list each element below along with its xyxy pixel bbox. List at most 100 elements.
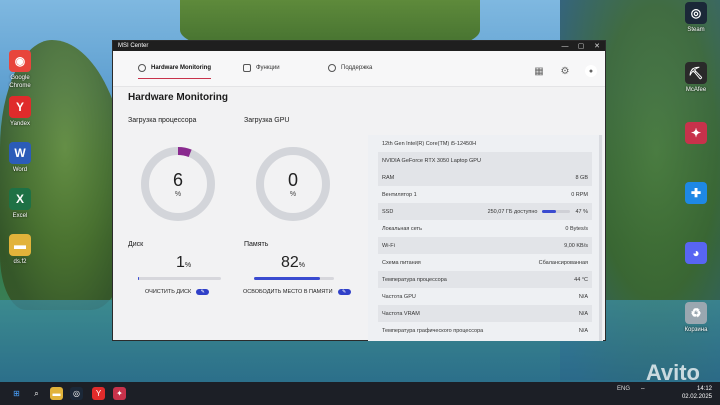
tab-label: Поддержка [341,65,373,71]
info-row-value: N/A [578,293,588,300]
disk-usage-fill [138,277,139,280]
app-icon: Y [9,96,31,118]
desktop-icon[interactable]: ✦ [676,122,716,146]
info-row-key: RAM [382,174,395,181]
app-icon: ⛏ [685,62,707,84]
title-bar: MSI Center — ▢ ✕ [113,41,605,51]
desktop-icon[interactable]: ◉ Google Chrome [0,50,40,90]
yandex-icon[interactable]: Y [92,387,105,400]
desktop-icon[interactable]: ◎ Steam [676,2,716,34]
gpu-load-unit: % [289,191,297,198]
info-row-key: Частота GPU [382,293,416,300]
top-navigation: Hardware Monitoring Функции Поддержка ▦ … [113,51,605,87]
info-row-value: N/A [578,327,588,334]
functions-icon [243,64,251,72]
gpu-name-row: NVIDIA GeForce RTX 3050 Laptop GPU [378,152,592,169]
window-title: MSI Center [118,43,149,49]
clean-disk-label: ОЧИСТИТЬ ДИСК [145,289,192,295]
desktop-icon-label: ds.f2 [13,259,27,265]
gpu-name: NVIDIA GeForce RTX 3050 Laptop GPU [382,157,481,164]
desktop-icon[interactable]: ✚ [676,182,716,206]
info-row-key: Температура графического процессора [382,327,484,334]
cpu-load-value: 6 [172,170,183,190]
page-title: Hardware Monitoring [128,92,229,103]
search-icon[interactable]: ⌕ [30,387,43,400]
info-row-key: Вентилятор 1 [382,191,417,198]
ssd-usage-bar [542,210,571,213]
desktop-icon[interactable]: X Excel [0,188,40,220]
info-row-key: SSD [382,208,394,215]
memory-value-unit: % [298,262,306,269]
desktop-icon[interactable]: W Word [0,142,40,174]
info-row: Схема питания Сбалансированная [378,254,592,271]
app-icon: W [9,142,31,164]
profile-icon[interactable]: ● [585,65,597,77]
info-row-key: Частота VRAM [382,310,420,317]
desktop-icon[interactable]: ♻ Корзина [676,302,716,334]
app-icon: ✦ [685,122,707,144]
desktop-icon-label: Корзина [684,327,708,333]
gpu-load-label: Загрузка GPU [244,117,290,124]
windows-start-icon[interactable]: ⊞ [10,387,23,400]
info-row: Локальная сеть 0 Bytes/s [378,220,592,237]
clock-time: 14:12 [696,386,712,392]
system-info-panel: 12th Gen Intel(R) Core(TM) i5-12450H NVI… [368,135,603,341]
info-row-key: Локальная сеть [382,225,422,232]
memory-label: Память [244,241,269,248]
app-icon: ◕ [685,242,707,264]
desktop-icon[interactable]: ▬ ds.f2 [0,234,40,266]
maximize-button[interactable]: ▢ [573,41,589,51]
gear-icon[interactable]: ⚙ [559,65,571,77]
desktop-icon[interactable]: ◕ [676,242,716,266]
desktop-icon-label: McAfee [685,87,707,93]
desktop-icon-label: Word [12,167,28,173]
language-indicator[interactable]: ENG [617,386,630,392]
disk-label: Диск [128,241,144,248]
free-memory-icon: ✎ [337,289,351,295]
tab-label: Функции [256,65,280,71]
memory-usage-bar [254,277,334,280]
minimize-button[interactable]: — [557,41,573,51]
tab-label: Hardware Monitoring [151,65,212,71]
info-row-key: Wi-Fi [382,242,395,249]
desktop-icon-label: Yandex [10,121,30,127]
app-icon: X [9,188,31,210]
tab-functions[interactable]: Функции [243,57,280,79]
info-row-key: Температура процессора [382,276,447,283]
info-row-value: 47 % [575,208,588,215]
desktop-icon[interactable]: ⛏ McAfee [676,62,716,94]
grid-icon[interactable]: ▦ [533,65,545,77]
app-icon: ▬ [9,234,31,256]
desktop-icon[interactable]: Y Yandex [0,96,40,128]
cpu-load-gauge: 6 % [139,145,217,223]
close-button[interactable]: ✕ [589,41,605,51]
info-row: RAM 8 GB [378,169,592,186]
tab-support[interactable]: Поддержка [328,57,372,79]
app-icon: ◉ [9,50,31,72]
info-row-value: Сбалансированная [538,259,588,266]
msi-center-taskbar-icon[interactable]: ✦ [113,387,126,400]
desktop-icon-label: Google Chrome [9,75,31,89]
panel-scrollbar[interactable] [599,135,602,341]
app-icon: ◎ [685,2,707,24]
tab-hardware-monitoring[interactable]: Hardware Monitoring [138,57,212,79]
disk-value-unit: % [184,262,192,269]
cpu-name-row: 12th Gen Intel(R) Core(TM) i5-12450H [378,135,592,152]
network-icon[interactable]: ⌔ [640,386,646,394]
gpu-load-gauge: 0 % [254,145,332,223]
memory-value: 82% [281,254,305,272]
taskbar: ⊞ ⌕ ▬ ◎ Y ✦ ENG ⌔ 14:12 02.02.2025 [0,382,720,405]
info-row: SSD 250,07 ГБ доступно 47 % [378,203,592,220]
desktop-icon-label: Steam [687,27,705,33]
system-clock[interactable]: 14:12 02.02.2025 [682,385,712,401]
disk-usage-bar [138,277,221,280]
ssd-usage-fill [542,210,556,213]
support-icon [328,64,336,72]
disk-value-number: 1 [176,254,185,271]
free-memory-button[interactable]: ОСВОБОДИТЬ МЕСТО В ПАМЯТИ ✎ [243,289,351,295]
clean-disk-button[interactable]: ОЧИСТИТЬ ДИСК ✎ [145,289,210,295]
file-explorer-icon[interactable]: ▬ [50,387,63,400]
steam-icon[interactable]: ◎ [70,387,83,400]
disk-value: 1% [176,254,191,272]
ssd-free-space: 250,07 ГБ доступно [487,208,538,215]
